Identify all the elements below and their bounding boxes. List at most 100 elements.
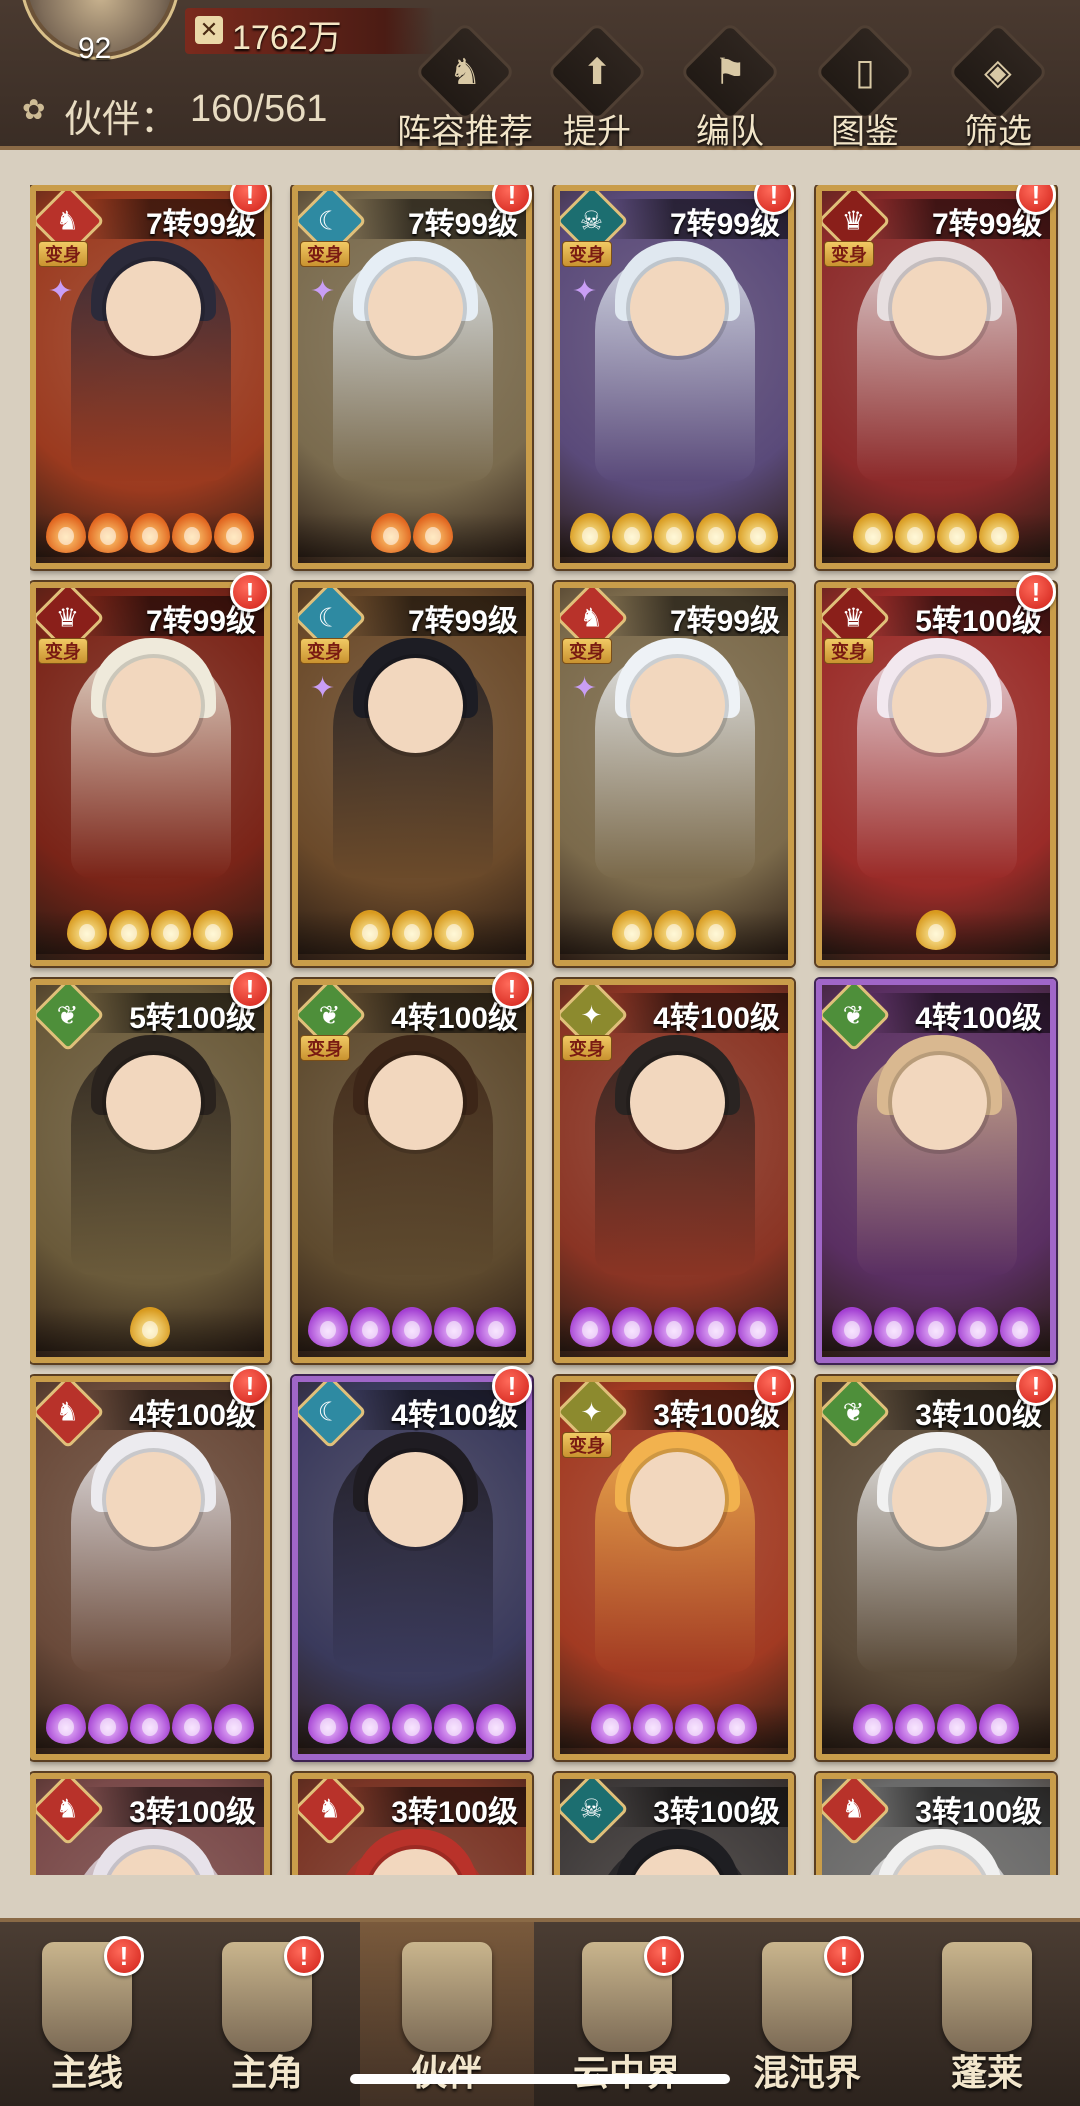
nav-label: 伙伴 [410,2052,483,2093]
partner-face [106,1055,201,1150]
player-level: 92 [78,32,112,65]
flame-star-icon [350,1704,390,1744]
transform-tag: 变身 [562,638,612,664]
star-flames [298,1704,526,1748]
flame-star-icon [392,910,432,950]
partner-face [368,1055,463,1150]
partner-level: 3转100级 [391,1796,518,1829]
sparkle-icon: ✦ [48,275,74,308]
partner-card[interactable]: 7转99级 ♞ 变身 ✦ [554,582,794,966]
nav-tab-1[interactable]: 主角! [180,1922,354,2106]
star-flames [560,513,788,557]
alert-badge-icon: ! [1016,1366,1056,1406]
transform-tag: 变身 [824,241,874,267]
flame-star-icon [979,1704,1019,1744]
partner-card[interactable]: 5转100级 ❦ [30,979,270,1363]
partner-face [892,658,987,753]
penglai-icon [942,1942,1032,2052]
flame-star-icon [130,1307,170,1347]
partner-card[interactable]: 3转100级 ♞ [816,1773,1056,1875]
flame-star-icon [895,1704,935,1744]
flame-star-icon [214,513,254,553]
star-flames [560,910,788,954]
alert-badge-icon: ! [1016,572,1056,612]
transform-tag: 变身 [38,638,88,664]
partner-card[interactable]: 4转100级 ☾ [292,1376,532,1760]
partner-card[interactable]: 3转100级 ✦ 变身 [554,1376,794,1760]
partner-face [892,261,987,356]
partner-card[interactable]: 7转99级 ♛ 变身 [816,185,1056,569]
flame-star-icon [434,1307,474,1347]
partner-card[interactable]: 7转99级 ♞ 变身 ✦ [30,185,270,569]
partner-card[interactable]: 4转100级 ❦ [816,979,1056,1363]
partner-card[interactable]: 7转99级 ♛ 变身 [30,582,270,966]
flame-star-icon [832,1307,872,1347]
flame-star-icon [88,1704,128,1744]
partner-level: 3转100级 [915,1796,1042,1829]
flame-star-icon [151,910,191,950]
flame-star-icon [633,1704,673,1744]
codex-button[interactable]: ▯ 图鉴 [795,21,935,151]
partner-card[interactable]: 5转100级 ♛ 变身 [816,582,1056,966]
sparkle-icon: ✦ [310,672,336,705]
alert-badge-icon: ! [230,969,270,1009]
flame-star-icon [696,910,736,950]
star-flames [822,513,1050,557]
nav-tab-5[interactable]: 蓬莱 [900,1922,1074,2106]
flame-star-icon [434,910,474,950]
partner-card[interactable]: 7转99级 ☾ 变身 ✦ [292,185,532,569]
flame-star-icon [979,513,1019,553]
transform-tag: 变身 [562,1035,612,1061]
partners-count: 160/561 [190,88,328,130]
flame-star-icon [308,1307,348,1347]
nav-label: 蓬莱 [950,2052,1023,2093]
partner-card[interactable]: 3转100级 ♞ [292,1773,532,1875]
formation-recommend-button[interactable]: ♞ 阵容推荐 [395,21,535,151]
alert-badge-icon: ! [104,1936,144,1976]
partner-card[interactable]: 3转100级 ☠ [554,1773,794,1875]
team-button[interactable]: ⚑ 编队 [660,21,800,151]
partner-card[interactable]: 3转100级 ❦ [816,1376,1056,1760]
nav-tab-4[interactable]: 混沌界! [720,1922,894,2106]
partner-card[interactable]: 4转100级 ♞ [30,1376,270,1760]
flame-star-icon [612,1307,652,1347]
flame-star-icon [916,910,956,950]
upgrade-button[interactable]: ⬆ 提升 [527,21,667,151]
transform-tag: 变身 [300,1035,350,1061]
flame-star-icon [476,1704,516,1744]
sparkle-icon: ✦ [572,672,598,705]
flame-star-icon [916,1307,956,1347]
nav-tab-0[interactable]: 主线! [0,1922,174,2106]
flame-star-icon [654,1307,694,1347]
partner-card[interactable]: 4转100级 ✦ 变身 [554,979,794,1363]
nav-label: 混沌界 [752,2052,861,2093]
nav-label: 主角 [230,2052,303,2093]
star-flames [560,1704,788,1748]
partner-card[interactable]: 4转100级 ❦ 变身 [292,979,532,1363]
partner-face [106,658,201,753]
flame-star-icon [696,1307,736,1347]
partner-level: 7转99级 [669,605,780,638]
flame-star-icon [130,1704,170,1744]
transform-tag: 变身 [562,241,612,267]
star-flames [560,1307,788,1351]
star-flames [822,1307,1050,1351]
flame-star-icon [392,1704,432,1744]
partner-face [892,1452,987,1547]
power-value: 1762万 [232,19,342,57]
partner-face [630,658,725,753]
partners-count-icon: ✿ [22,94,46,125]
flame-star-icon [434,1704,474,1744]
filter-button[interactable]: ◈ 筛选 [928,21,1068,151]
partner-card[interactable]: 3转100级 ♞ [30,1773,270,1875]
star-flames [36,1704,264,1748]
star-flames [822,1704,1050,1748]
partner-card[interactable]: 7转99级 ☠ 变身 ✦ [554,185,794,569]
transform-tag: 变身 [300,638,350,664]
flame-star-icon [570,513,610,553]
transform-tag: 变身 [824,638,874,664]
flame-star-icon [392,1307,432,1347]
partner-face [630,261,725,356]
partner-card[interactable]: 7转99级 ☾ 变身 ✦ [292,582,532,966]
flame-star-icon [654,513,694,553]
